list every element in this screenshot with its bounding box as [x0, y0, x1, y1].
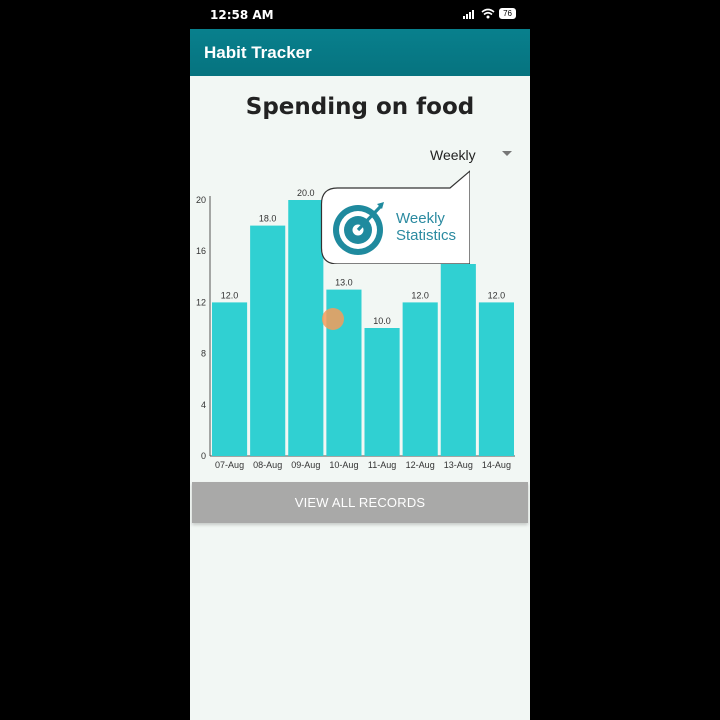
status-time: 12:58 AM — [210, 8, 274, 22]
data-label: 12.0 — [488, 290, 506, 300]
bar — [288, 200, 324, 456]
status-icons: 76 — [463, 8, 516, 19]
x-tick-label: 14-Aug — [482, 460, 511, 470]
y-tick-label: 20 — [196, 195, 206, 205]
bar — [364, 328, 400, 456]
wifi-icon — [481, 8, 495, 19]
signal-icon — [463, 9, 475, 19]
y-tick-label: 12 — [196, 297, 206, 307]
x-tick-label: 07-Aug — [215, 460, 244, 470]
bar — [212, 302, 248, 456]
phone-screen: Habit Tracker Spending on food Weekly 0 4… — [190, 29, 530, 720]
callout-line-1: Weekly — [396, 210, 445, 227]
view-all-records-button[interactable]: VIEW ALL RECORDS — [192, 482, 528, 523]
x-tick-label: 11-Aug — [368, 460, 396, 470]
data-label: 12.0 — [411, 290, 429, 300]
x-tick-label: 08-Aug — [253, 460, 282, 470]
y-tick-label: 0 — [201, 451, 206, 461]
y-tick-label: 16 — [196, 246, 206, 256]
period-dropdown[interactable]: Weekly — [430, 146, 515, 166]
battery-icon: 76 — [499, 8, 516, 19]
target-icon — [333, 202, 384, 255]
bar — [478, 302, 514, 456]
x-tick-label: 09-Aug — [291, 460, 320, 470]
data-label: 18.0 — [259, 214, 277, 224]
bar — [250, 225, 286, 456]
status-bar: 12:58 AM 76 — [190, 0, 530, 29]
bar — [402, 302, 438, 456]
data-label: 13.0 — [335, 278, 353, 288]
data-label: 20.0 — [297, 188, 315, 198]
data-label: 10.0 — [373, 316, 391, 326]
x-tick-label: 10-Aug — [329, 460, 358, 470]
x-tick-label: 13-Aug — [444, 460, 473, 470]
app-title: Habit Tracker — [204, 43, 312, 62]
data-label: 12.0 — [221, 290, 239, 300]
callout-line-2: Statistics — [396, 227, 457, 244]
dropdown-arrow-icon — [502, 151, 512, 156]
callout-text: Weekly Statistics — [396, 210, 456, 244]
y-tick-label: 8 — [201, 349, 206, 359]
app-bar: Habit Tracker — [190, 29, 530, 76]
page-title: Spending on food — [245, 94, 475, 120]
bar — [440, 264, 476, 456]
x-tick-label: 12-Aug — [406, 460, 435, 470]
touch-indicator — [322, 308, 344, 330]
y-tick-label: 4 — [201, 400, 206, 410]
period-selected-value: Weekly — [430, 147, 476, 163]
weekly-statistics-callout: Weekly Statistics — [320, 170, 470, 264]
